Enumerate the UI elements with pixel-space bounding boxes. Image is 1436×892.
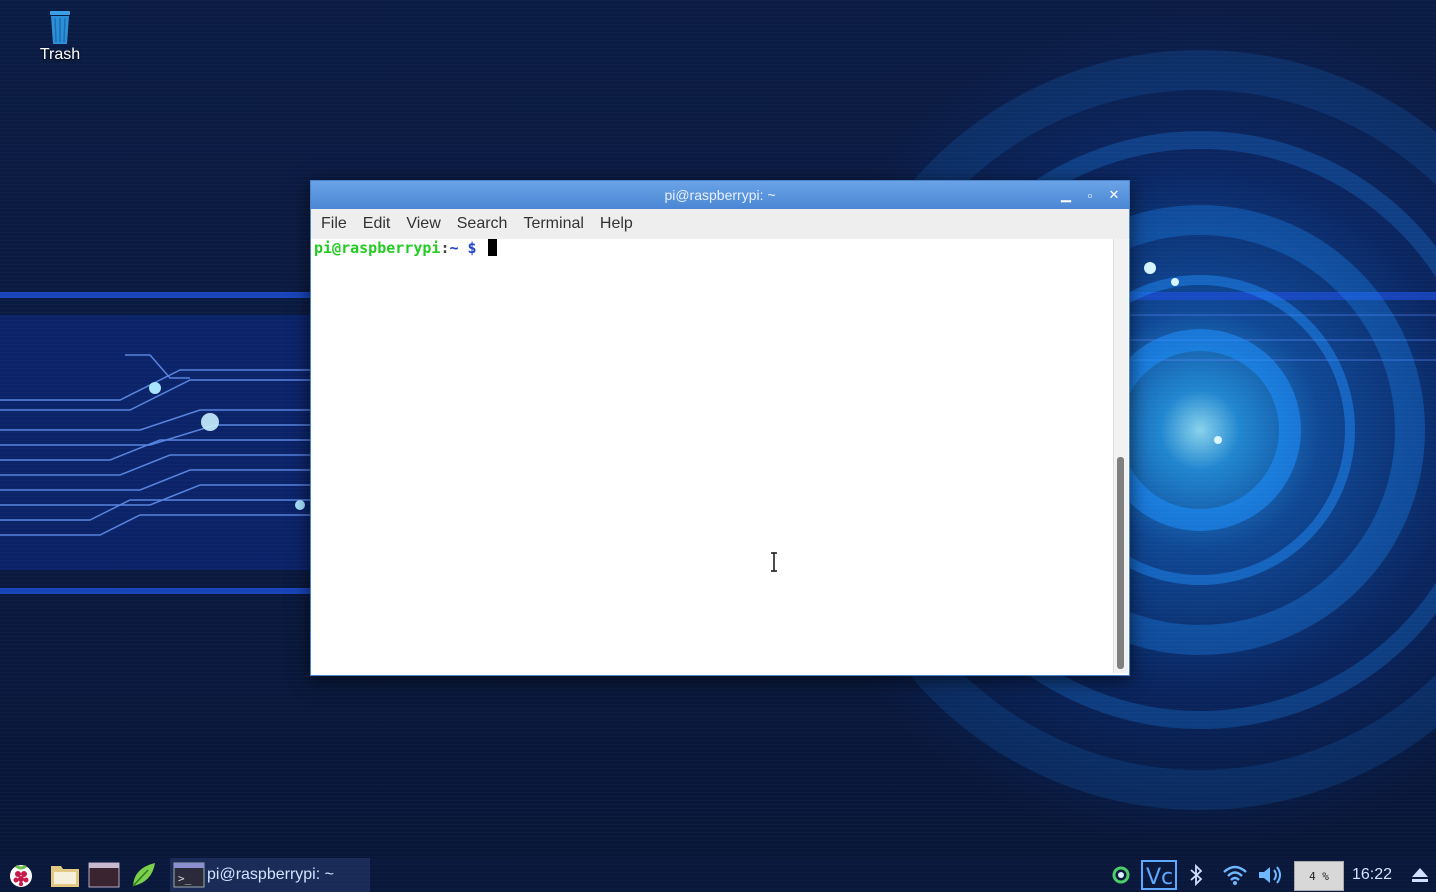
svg-text:Vc: Vc <box>1146 865 1173 890</box>
trash-label: Trash <box>39 46 81 63</box>
mathematica-icon[interactable] <box>126 859 160 891</box>
ibeam-cursor-icon <box>771 552 777 572</box>
file-manager-icon[interactable] <box>48 859 82 891</box>
window-titlebar[interactable]: pi@raspberrypi: ~ ▁ ▫ ✕ <box>311 181 1129 209</box>
menu-bar: File Edit View Search Terminal Help <box>311 209 1129 239</box>
menu-terminal[interactable]: Terminal <box>515 215 591 233</box>
menu-help[interactable]: Help <box>592 215 641 233</box>
task-label: pi@raspberrypi: ~ <box>207 866 334 883</box>
menu-view[interactable]: View <box>398 215 448 233</box>
terminal-launcher-icon[interactable] <box>86 859 122 891</box>
vnc-icon[interactable]: Vc <box>1140 858 1178 892</box>
terminal-window[interactable]: pi@raspberrypi: ~ ▁ ▫ ✕ File Edit View S… <box>310 180 1130 676</box>
desktop-trash[interactable]: Trash <box>30 6 90 64</box>
taskbar: >_ pi@raspberrypi: ~ Vc <box>0 858 1436 892</box>
update-icon[interactable] <box>1106 858 1136 892</box>
taskbar-terminal-task[interactable]: >_ pi@raspberrypi: ~ <box>170 858 370 892</box>
raspberry-menu-icon[interactable] <box>4 859 38 891</box>
prompt-user-host: pi@raspberrypi <box>314 239 441 257</box>
prompt-path: ~ $ <box>449 239 477 257</box>
eject-icon[interactable] <box>1406 858 1434 892</box>
scrollbar-thumb[interactable] <box>1117 457 1124 669</box>
terminal-icon: >_ <box>173 862 205 888</box>
clock[interactable]: 16:22 <box>1346 866 1398 884</box>
cpu-usage-monitor[interactable]: 4 % <box>1294 861 1344 891</box>
volume-icon[interactable] <box>1256 858 1288 892</box>
text-cursor <box>487 239 497 256</box>
menu-search[interactable]: Search <box>449 215 516 233</box>
menu-file[interactable]: File <box>313 215 355 233</box>
terminal-scrollbar[interactable] <box>1113 239 1128 673</box>
menu-edit[interactable]: Edit <box>355 215 399 233</box>
trash-icon <box>30 6 90 46</box>
close-icon[interactable]: ✕ <box>1105 185 1123 205</box>
svg-text:>_: >_ <box>178 872 192 885</box>
wifi-icon[interactable] <box>1220 858 1250 892</box>
window-title: pi@raspberrypi: ~ <box>664 187 776 203</box>
minimize-icon[interactable]: ▁ <box>1057 185 1075 205</box>
prompt-line: pi@raspberrypi:~ $ <box>314 239 497 257</box>
terminal-text-area[interactable]: pi@raspberrypi:~ $ <box>311 239 1113 673</box>
maximize-icon[interactable]: ▫ <box>1081 185 1099 205</box>
bluetooth-icon[interactable] <box>1184 858 1208 892</box>
